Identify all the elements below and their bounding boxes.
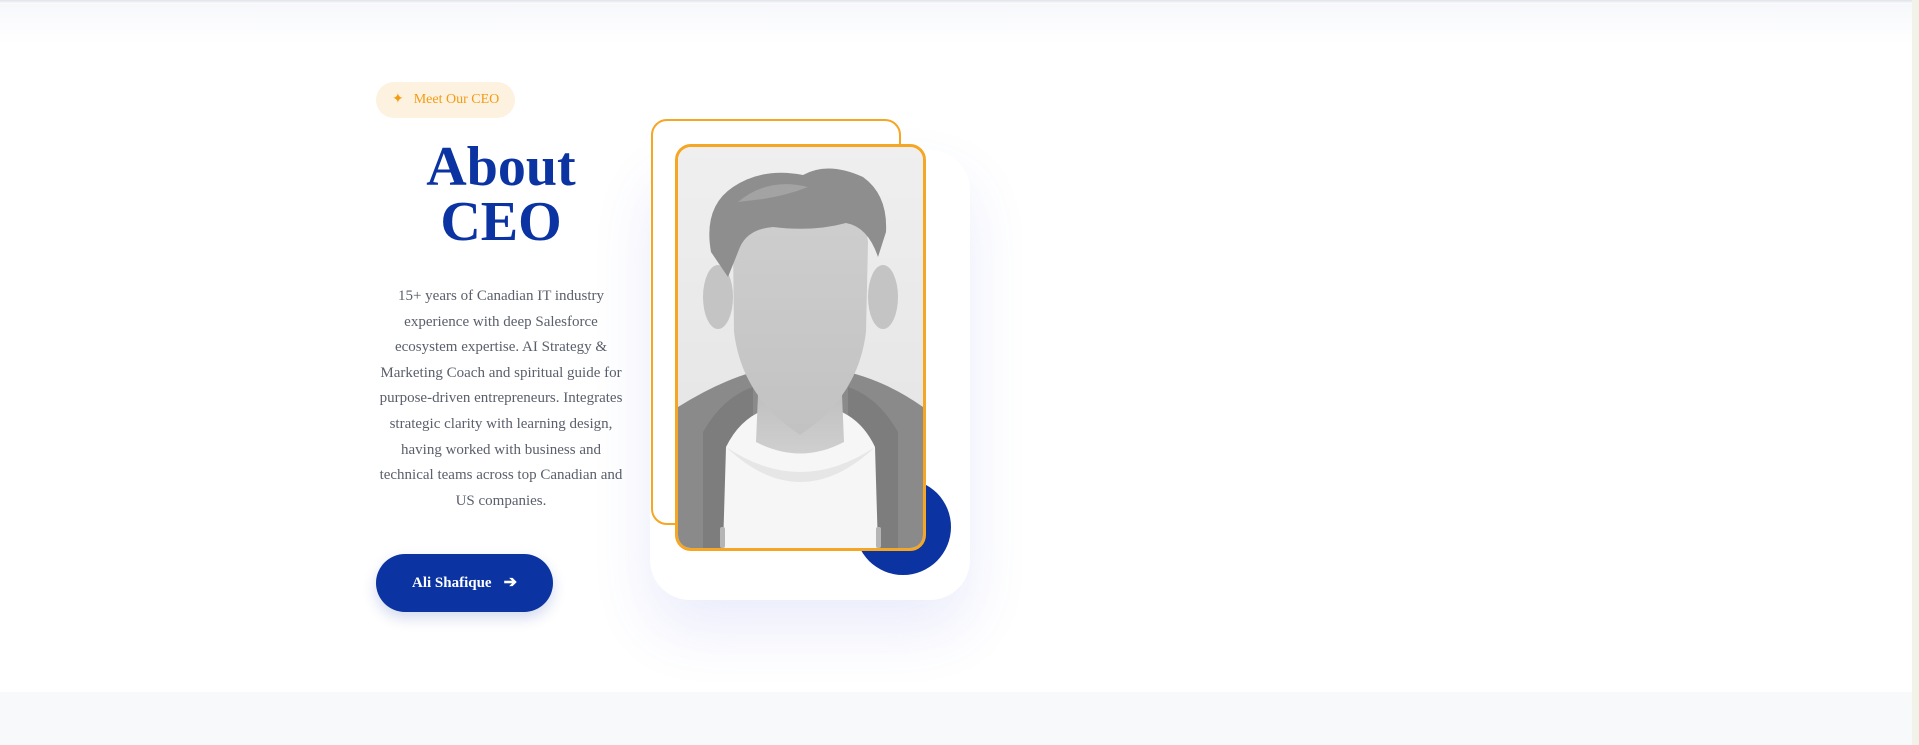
next-section — [0, 692, 1912, 745]
sparkle-icon: ✦ — [392, 92, 404, 107]
page-title: About CEO — [376, 139, 626, 253]
ceo-name-button[interactable]: Ali Shafique ➔ — [376, 554, 553, 612]
avatar-placeholder-icon — [678, 147, 923, 548]
meet-ceo-badge: ✦ Meet Our CEO — [376, 82, 516, 118]
scrollbar-track[interactable] — [1912, 0, 1919, 745]
ceo-description: 15+ years of Canadian IT industry experi… — [379, 288, 623, 509]
section-top-fade — [0, 4, 1912, 44]
title-line-2: CEO — [440, 191, 562, 253]
badge-label: Meet Our CEO — [413, 92, 500, 107]
title-line-1: About — [426, 136, 576, 198]
cta-label: Ali Shafique — [411, 574, 492, 591]
arrow-right-icon: ➔ — [503, 574, 517, 591]
ceo-photo — [675, 144, 926, 551]
